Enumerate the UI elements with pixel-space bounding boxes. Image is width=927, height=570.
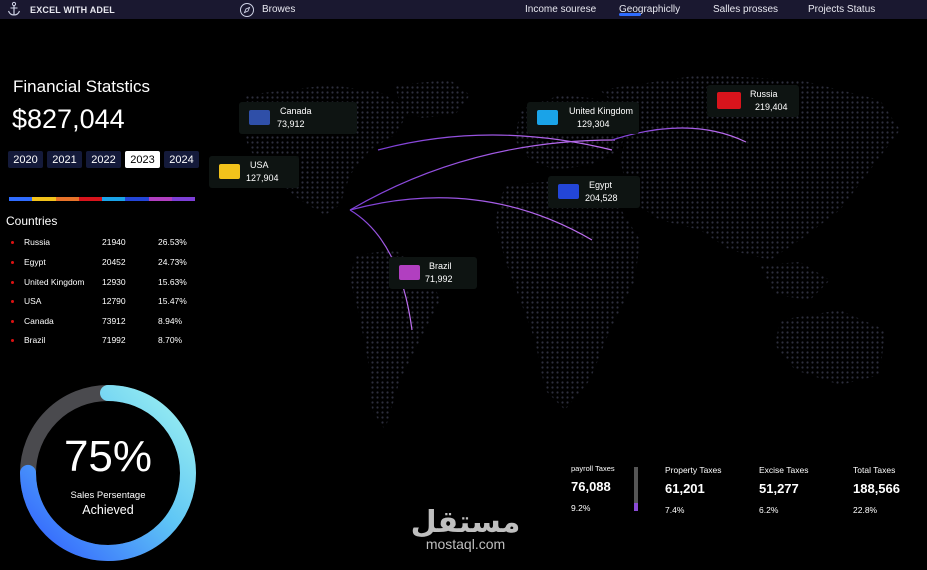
map-card-russia[interactable]: Russia 219,404 (707, 85, 799, 117)
tax-percent: 22.8% (853, 505, 878, 515)
map-card-canada[interactable]: Canada 73,912 (239, 102, 357, 134)
year-button-2021[interactable]: 2021 (47, 151, 82, 168)
tax-payroll: payroll Taxes 76,088 9.2% (571, 464, 615, 513)
tax-label: Excise Taxes (759, 465, 809, 475)
card-country-value: 219,404 (755, 102, 788, 112)
card-country-name: United Kingdom (569, 106, 634, 116)
country-value: 73912 (102, 316, 126, 326)
building-icon (399, 265, 420, 280)
country-row: Egypt 20452 24.73% (0, 257, 210, 271)
tax-total: Total Taxes 188,566 22.8% (853, 465, 900, 515)
card-country-name: USA (250, 160, 269, 170)
map-card-united-kingdom[interactable]: United Kingdom 129,304 (527, 102, 639, 134)
tax-label: payroll Taxes (571, 464, 615, 473)
bullet-icon (11, 261, 14, 264)
bullet-icon (11, 241, 14, 244)
building-icon (717, 92, 741, 109)
building-icon (558, 184, 579, 199)
gauge-percent: 75% (63, 432, 153, 481)
card-country-name: Russia (750, 89, 778, 99)
color-legend-bar (9, 197, 195, 201)
map-card-usa[interactable]: USA 127,904 (209, 156, 299, 188)
card-country-value: 129,304 (577, 119, 610, 129)
country-row: Brazil 71992 8.70% (0, 335, 210, 349)
building-icon (249, 110, 270, 125)
tax-value: 51,277 (759, 481, 799, 496)
country-percent: 24.73% (158, 257, 187, 267)
country-percent: 15.63% (158, 277, 187, 287)
tax-value: 61,201 (665, 481, 705, 496)
tax-value: 76,088 (571, 479, 611, 494)
gauge-label: Sales Persentage (70, 490, 146, 501)
tax-label: Total Taxes (853, 465, 896, 475)
tax-percent: 7.4% (665, 505, 685, 515)
country-row: USA 12790 15.47% (0, 296, 210, 310)
card-country-value: 204,528 (585, 193, 618, 203)
card-country-value: 127,904 (246, 173, 279, 183)
map-card-brazil[interactable]: Brazil 71,992 (389, 257, 477, 289)
bullet-icon (11, 320, 14, 323)
year-button-2022[interactable]: 2022 (86, 151, 121, 168)
landmass-australia (775, 310, 885, 385)
year-button-2020[interactable]: 2020 (8, 151, 43, 168)
card-country-name: Brazil (429, 261, 452, 271)
country-row: United Kingdom 12930 15.63% (0, 277, 210, 291)
landmass-africa (495, 180, 640, 410)
card-country-name: Egypt (589, 180, 613, 190)
country-percent: 26.53% (158, 237, 187, 247)
country-percent: 8.94% (158, 316, 183, 326)
gauge-label-achieved: Achieved (82, 503, 134, 517)
tax-label: Property Taxes (665, 465, 722, 475)
country-value: 21940 (102, 237, 126, 247)
tax-percent: 6.2% (759, 505, 779, 515)
watermark: مستقل mostaql.com (408, 505, 523, 553)
landmass-southeast-asia (760, 262, 830, 300)
country-value: 12790 (102, 296, 126, 306)
country-value: 71992 (102, 335, 126, 345)
building-icon (219, 164, 240, 179)
year-button-2024[interactable]: 2024 (164, 151, 199, 168)
year-selector: 2020 2021 2022 2023 2024 (8, 151, 203, 168)
bullet-icon (11, 281, 14, 284)
country-percent: 8.70% (158, 335, 183, 345)
country-name: Russia (24, 237, 50, 247)
country-percent: 15.47% (158, 296, 187, 306)
country-value: 20452 (102, 257, 126, 267)
country-name: Brazil (24, 335, 46, 345)
panel-title: Financial Statstics (13, 77, 150, 96)
card-country-value: 71,992 (425, 274, 453, 284)
tax-progress-fill (634, 503, 638, 511)
card-country-name: Canada (280, 106, 312, 116)
country-name: Egypt (24, 257, 46, 267)
country-value: 12930 (102, 277, 126, 287)
country-row: Russia 21940 26.53% (0, 237, 210, 251)
tax-property: Property Taxes 61,201 7.4% (665, 465, 722, 515)
tax-percent: 9.2% (571, 503, 591, 513)
card-country-value: 73,912 (277, 119, 305, 129)
watermark-arabic: مستقل (410, 505, 521, 540)
bullet-icon (11, 339, 14, 342)
tax-excise: Excise Taxes 51,277 6.2% (759, 465, 808, 515)
building-icon (537, 110, 558, 125)
country-name: United Kingdom (24, 277, 85, 287)
country-name: USA (24, 296, 42, 306)
year-button-2023[interactable]: 2023 (125, 151, 160, 168)
total-amount: $827,044 (12, 104, 125, 134)
country-row: Canada 73912 8.94% (0, 316, 210, 330)
countries-heading: Countries (6, 214, 58, 228)
country-name: Canada (24, 316, 54, 326)
tax-value: 188,566 (853, 481, 900, 496)
bullet-icon (11, 300, 14, 303)
map-card-egypt[interactable]: Egypt 204,528 (548, 176, 640, 208)
